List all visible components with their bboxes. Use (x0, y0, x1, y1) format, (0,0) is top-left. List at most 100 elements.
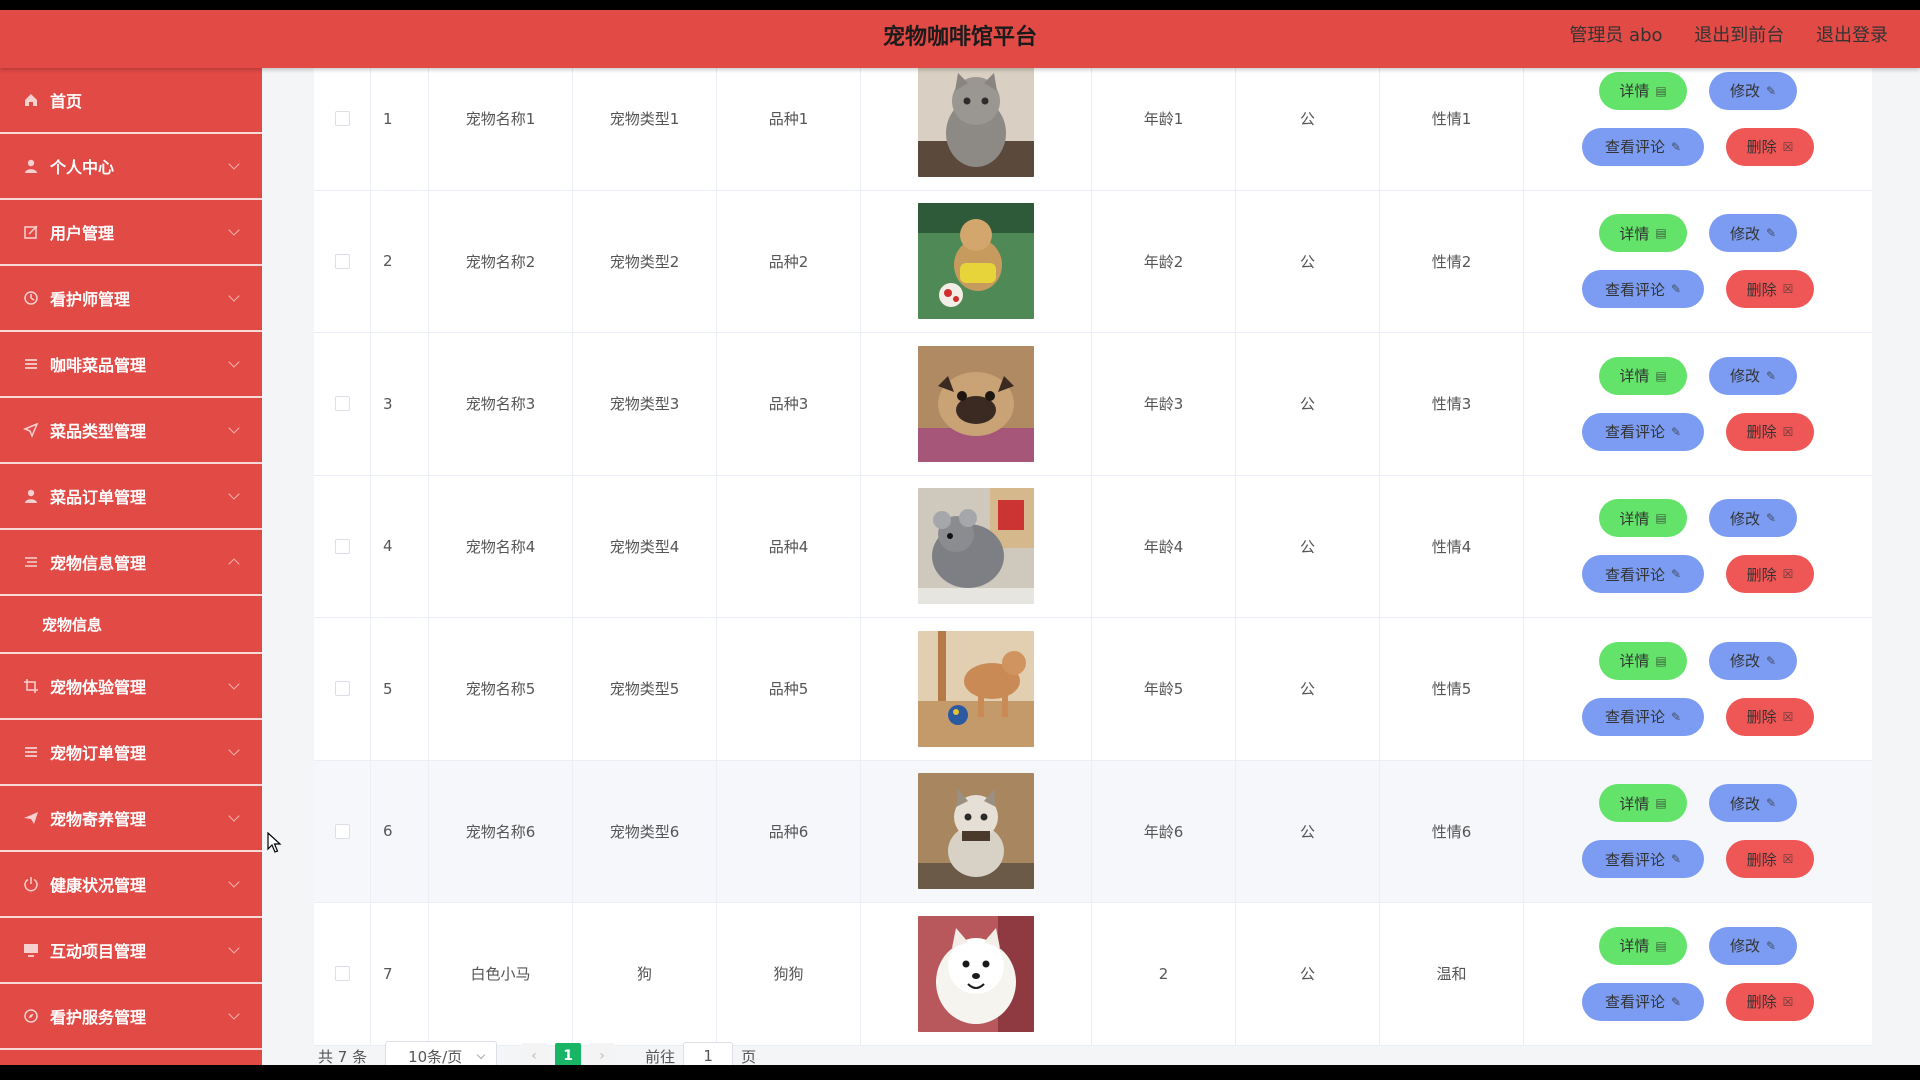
action-line-2: 查看评论 ✎ 删除 ☒ (1582, 412, 1814, 451)
detail-button-label: 详情 (1619, 652, 1650, 671)
delete-button[interactable]: 删除 ☒ (1726, 412, 1814, 451)
detail-button[interactable]: 详情 ▤ (1599, 784, 1687, 823)
pet-photo[interactable] (918, 488, 1034, 605)
pencil-icon: ✎ (1765, 796, 1777, 811)
pet-photo[interactable] (918, 60, 1034, 177)
sidebar-item-label: 菜品类型管理 (50, 422, 147, 441)
row-actions: 详情 ▤ 修改 ✎ 查看评论 ✎ 删除 ☒ (1524, 191, 1872, 333)
row-checkbox[interactable] (334, 966, 350, 982)
pet-type: 宠物类型1 (573, 48, 717, 190)
detail-button[interactable]: 详情 ▤ (1599, 71, 1687, 110)
sidebar-item-4[interactable]: 咖啡菜品管理 (0, 332, 262, 398)
delete-button[interactable]: 删除 ☒ (1726, 697, 1814, 736)
next-page-button[interactable]: › (589, 1043, 616, 1065)
delete-button[interactable]: 删除 ☒ (1726, 127, 1814, 166)
edit-button[interactable]: 修改 ✎ (1709, 71, 1797, 110)
detail-button[interactable]: 详情 ▤ (1599, 356, 1687, 395)
pet-type: 宠物类型6 (573, 760, 717, 902)
view-comments-button[interactable]: 查看评论 ✎ (1582, 412, 1704, 451)
sidebar-item-12[interactable]: 互动项目管理 (0, 918, 262, 984)
pet-age: 年龄2 (1092, 190, 1236, 332)
action-line-2: 查看评论 ✎ 删除 ☒ (1582, 555, 1814, 594)
main-content: 1 宠物名称1 宠物类型1 品种1 年龄1 公性情1 详情 ▤ 修改 ✎ 查看评论 ✎ 删除 ☒ 2 宠物名称… (262, 48, 1920, 1065)
pencil-icon: ✎ (1670, 994, 1682, 1009)
sidebar-item-5[interactable]: 菜品类型管理 (0, 398, 262, 464)
sidebar-subitem-0[interactable]: 宠物信息 (0, 596, 262, 654)
detail-button[interactable]: 详情 ▤ (1599, 214, 1687, 253)
document-icon: ▤ (1655, 653, 1667, 668)
row-checkbox[interactable] (334, 253, 350, 269)
edit-button-label: 修改 (1729, 509, 1760, 528)
pet-photo[interactable] (918, 345, 1034, 462)
sidebar-item-1[interactable]: 个人中心 (0, 134, 262, 200)
pet-temperament: 性情1 (1380, 48, 1524, 190)
pet-photo[interactable] (918, 773, 1034, 890)
user-icon (22, 157, 40, 175)
sidebar-item-10[interactable]: 宠物寄养管理 (0, 786, 262, 852)
action-line-2: 查看评论 ✎ 删除 ☒ (1582, 270, 1814, 309)
view-comments-button[interactable]: 查看评论 ✎ (1582, 555, 1704, 594)
detail-button[interactable]: 详情 ▤ (1599, 499, 1687, 538)
pet-photo[interactable] (918, 915, 1034, 1032)
sidebar-item-3[interactable]: 看护师管理 (0, 266, 262, 332)
row-checkbox[interactable] (334, 823, 350, 839)
view-comments-button[interactable]: 查看评论 ✎ (1582, 840, 1704, 879)
view-comments-button-label: 查看评论 (1604, 565, 1665, 584)
sidebar-item-11[interactable]: 健康状况管理 (0, 852, 262, 918)
pet-sex: 公 (1236, 903, 1380, 1045)
sidebar-item-2[interactable]: 用户管理 (0, 200, 262, 266)
sidebar-item-7[interactable]: 宠物信息管理 (0, 530, 262, 596)
page-number-current[interactable]: 1 (555, 1043, 582, 1065)
prev-page-button[interactable]: ‹ (521, 1043, 548, 1065)
pet-sex: 公 (1236, 618, 1380, 760)
pet-photo[interactable] (918, 203, 1034, 320)
edit-button[interactable]: 修改 ✎ (1709, 214, 1797, 253)
pet-photo-cell (861, 475, 1092, 617)
detail-button[interactable]: 详情 ▤ (1599, 926, 1687, 965)
edit-button[interactable]: 修改 ✎ (1709, 641, 1797, 680)
row-checkbox[interactable] (334, 681, 350, 697)
page-size-select[interactable]: 10条/页 (385, 1041, 498, 1065)
action-line-1: 详情 ▤ 修改 ✎ (1599, 356, 1797, 395)
view-comments-button[interactable]: 查看评论 ✎ (1582, 127, 1704, 166)
delete-button[interactable]: 删除 ☒ (1726, 270, 1814, 309)
row-select-cell (314, 190, 371, 332)
pet-photo[interactable] (918, 630, 1034, 747)
view-comments-button[interactable]: 查看评论 ✎ (1582, 270, 1704, 309)
row-checkbox[interactable] (334, 538, 350, 554)
sidebar-item-6[interactable]: 菜品订单管理 (0, 464, 262, 530)
sidebar-item-label: 菜品订单管理 (50, 488, 147, 507)
row-checkbox[interactable] (334, 111, 350, 127)
sidebar-item-label: 健康状况管理 (50, 876, 147, 895)
view-comments-button[interactable]: 查看评论 ✎ (1582, 697, 1704, 736)
pet-type: 宠物类型5 (573, 618, 717, 760)
exit-to-front-link[interactable]: 退出到前台 (1694, 25, 1784, 46)
delete-button[interactable]: 删除 ☒ (1726, 840, 1814, 879)
action-line-1: 详情 ▤ 修改 ✎ (1599, 926, 1797, 965)
power-icon (22, 875, 40, 893)
edit-button[interactable]: 修改 ✎ (1709, 499, 1797, 538)
crop-icon (22, 677, 40, 695)
pet-age: 年龄4 (1092, 475, 1236, 617)
view-comments-button[interactable]: 查看评论 ✎ (1582, 982, 1704, 1021)
pet-sex: 公 (1236, 48, 1380, 190)
pet-breed: 品种5 (717, 618, 861, 760)
detail-button[interactable]: 详情 ▤ (1599, 641, 1687, 680)
edit-button[interactable]: 修改 ✎ (1709, 926, 1797, 965)
pet-temperament: 性情2 (1380, 190, 1524, 332)
row-checkbox[interactable] (334, 396, 350, 412)
goto-page-input[interactable]: 1 (683, 1042, 734, 1065)
sidebar-item-label: 宠物订单管理 (50, 744, 147, 763)
sidebar-item-13[interactable]: 看护服务管理 (0, 984, 262, 1050)
delete-button[interactable]: 删除 ☒ (1726, 982, 1814, 1021)
pet-type: 宠物类型2 (573, 190, 717, 332)
sidebar-item-0[interactable]: 首页 (0, 68, 262, 134)
edit-button[interactable]: 修改 ✎ (1709, 784, 1797, 823)
sidebar-item-8[interactable]: 宠物体验管理 (0, 654, 262, 720)
sidebar-item-9[interactable]: 宠物订单管理 (0, 720, 262, 786)
logout-link[interactable]: 退出登录 (1816, 25, 1888, 46)
view-comments-button-label: 查看评论 (1604, 423, 1665, 442)
edit-button[interactable]: 修改 ✎ (1709, 356, 1797, 395)
chevron-down-icon (228, 224, 240, 236)
delete-button[interactable]: 删除 ☒ (1726, 555, 1814, 594)
